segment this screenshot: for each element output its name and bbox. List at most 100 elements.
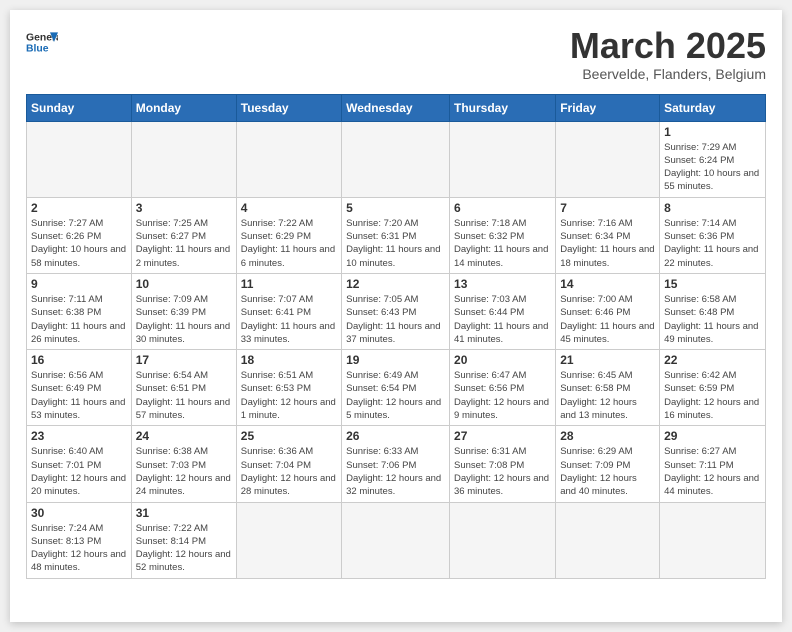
day-header-friday: Friday [556,94,660,121]
subtitle: Beervelde, Flanders, Belgium [570,66,766,82]
day-number: 13 [454,277,551,291]
day-number: 16 [31,353,127,367]
calendar-cell [27,121,132,197]
calendar-cell: 26 Sunrise: 6:33 AM Sunset: 7:06 PM Dayli… [342,426,450,502]
day-info: Sunrise: 7:27 AM Sunset: 6:26 PM Dayligh… [31,217,127,270]
day-number: 5 [346,201,445,215]
day-number: 11 [241,277,337,291]
calendar-cell: 6 Sunrise: 7:18 AM Sunset: 6:32 PM Daylig… [450,197,556,273]
calendar-cell: 29Sunrise: 6:27 AM Sunset: 7:11 PM Dayli… [660,426,766,502]
day-number: 31 [136,506,232,520]
day-header-sunday: Sunday [27,94,132,121]
week-row-2: 2Sunrise: 7:27 AM Sunset: 6:26 PM Daylig… [27,197,766,273]
calendar-cell: 13 Sunrise: 7:03 AM Sunset: 6:44 PM Dayli… [450,273,556,349]
day-info: Sunrise: 6:29 AM Sunset: 7:09 PM Dayligh… [560,445,655,498]
calendar-cell [450,502,556,578]
day-number: 20 [454,353,551,367]
calendar-cell: 23Sunrise: 6:40 AM Sunset: 7:01 PM Dayli… [27,426,132,502]
calendar-cell: 27 Sunrise: 6:31 AM Sunset: 7:08 PM Dayli… [450,426,556,502]
calendar-cell: 28 Sunrise: 6:29 AM Sunset: 7:09 PM Dayli… [556,426,660,502]
day-info: Sunrise: 7:20 AM Sunset: 6:31 PM Dayligh… [346,217,445,270]
calendar-cell [236,502,341,578]
calendar-cell: 21 Sunrise: 6:45 AM Sunset: 6:58 PM Dayli… [556,350,660,426]
day-info: Sunrise: 7:05 AM Sunset: 6:43 PM Dayligh… [346,293,445,346]
calendar-cell: 10Sunrise: 7:09 AM Sunset: 6:39 PM Dayli… [131,273,236,349]
week-row-4: 16Sunrise: 6:56 AM Sunset: 6:49 PM Dayli… [27,350,766,426]
calendar-cell: 4 Sunrise: 7:22 AM Sunset: 6:29 PM Daylig… [236,197,341,273]
calendar-cell: 3Sunrise: 7:25 AM Sunset: 6:27 PM Daylig… [131,197,236,273]
calendar-cell: 20 Sunrise: 6:47 AM Sunset: 6:56 PM Dayli… [450,350,556,426]
day-number: 21 [560,353,655,367]
calendar-cell: 25 Sunrise: 6:36 AM Sunset: 7:04 PM Dayli… [236,426,341,502]
day-info: Sunrise: 6:31 AM Sunset: 7:08 PM Dayligh… [454,445,551,498]
week-row-5: 23Sunrise: 6:40 AM Sunset: 7:01 PM Dayli… [27,426,766,502]
day-number: 7 [560,201,655,215]
day-info: Sunrise: 7:24 AM Sunset: 8:13 PM Dayligh… [31,522,127,575]
day-info: Sunrise: 7:22 AM Sunset: 6:29 PM Dayligh… [241,217,337,270]
day-info: Sunrise: 7:07 AM Sunset: 6:41 PM Dayligh… [241,293,337,346]
calendar-cell [236,121,341,197]
logo: General Blue [26,26,58,58]
day-info: Sunrise: 6:38 AM Sunset: 7:03 PM Dayligh… [136,445,232,498]
day-number: 19 [346,353,445,367]
day-number: 26 [346,429,445,443]
day-number: 25 [241,429,337,443]
calendar-cell [660,502,766,578]
day-number: 10 [136,277,232,291]
day-info: Sunrise: 7:11 AM Sunset: 6:38 PM Dayligh… [31,293,127,346]
day-header-thursday: Thursday [450,94,556,121]
day-number: 24 [136,429,232,443]
calendar-cell [450,121,556,197]
calendar-cell: 15 Sunrise: 6:58 AM Sunset: 6:48 PM Dayli… [660,273,766,349]
day-number: 29 [664,429,761,443]
day-number: 3 [136,201,232,215]
calendar-cell [342,121,450,197]
day-number: 27 [454,429,551,443]
day-info: Sunrise: 6:58 AM Sunset: 6:48 PM Dayligh… [664,293,761,346]
calendar-cell: 1Sunrise: 7:29 AM Sunset: 6:24 PM Daylig… [660,121,766,197]
week-row-6: 30 Sunrise: 7:24 AM Sunset: 8:13 PM Dayli… [27,502,766,578]
calendar-cell: 8Sunrise: 7:14 AM Sunset: 6:36 PM Daylig… [660,197,766,273]
calendar-cell: 17Sunrise: 6:54 AM Sunset: 6:51 PM Dayli… [131,350,236,426]
day-number: 4 [241,201,337,215]
calendar-cell [556,121,660,197]
day-number: 1 [664,125,761,139]
day-info: Sunrise: 6:45 AM Sunset: 6:58 PM Dayligh… [560,369,655,422]
day-header-saturday: Saturday [660,94,766,121]
month-title: March 2025 [570,26,766,66]
day-info: Sunrise: 6:36 AM Sunset: 7:04 PM Dayligh… [241,445,337,498]
calendar-cell: 2Sunrise: 7:27 AM Sunset: 6:26 PM Daylig… [27,197,132,273]
day-number: 22 [664,353,761,367]
calendar-cell: 30 Sunrise: 7:24 AM Sunset: 8:13 PM Dayli… [27,502,132,578]
day-number: 28 [560,429,655,443]
day-info: Sunrise: 7:18 AM Sunset: 6:32 PM Dayligh… [454,217,551,270]
day-info: Sunrise: 7:22 AM Sunset: 8:14 PM Dayligh… [136,522,232,575]
calendar-cell: 22Sunrise: 6:42 AM Sunset: 6:59 PM Dayli… [660,350,766,426]
week-row-1: 1Sunrise: 7:29 AM Sunset: 6:24 PM Daylig… [27,121,766,197]
calendar-cell: 16Sunrise: 6:56 AM Sunset: 6:49 PM Dayli… [27,350,132,426]
day-number: 6 [454,201,551,215]
day-info: Sunrise: 6:40 AM Sunset: 7:01 PM Dayligh… [31,445,127,498]
day-info: Sunrise: 6:33 AM Sunset: 7:06 PM Dayligh… [346,445,445,498]
day-number: 17 [136,353,232,367]
calendar-cell: 11 Sunrise: 7:07 AM Sunset: 6:41 PM Dayli… [236,273,341,349]
calendar-cell: 7Sunrise: 7:16 AM Sunset: 6:34 PM Daylig… [556,197,660,273]
calendar-cell: 19Sunrise: 6:49 AM Sunset: 6:54 PM Dayli… [342,350,450,426]
day-info: Sunrise: 7:00 AM Sunset: 6:46 PM Dayligh… [560,293,655,346]
calendar-container: General Blue March 2025 Beervelde, Fland… [10,10,782,622]
day-header-wednesday: Wednesday [342,94,450,121]
day-info: Sunrise: 6:47 AM Sunset: 6:56 PM Dayligh… [454,369,551,422]
day-number: 14 [560,277,655,291]
calendar-cell [342,502,450,578]
svg-text:Blue: Blue [26,44,49,55]
calendar-cell: 5 Sunrise: 7:20 AM Sunset: 6:31 PM Daylig… [342,197,450,273]
calendar-table: SundayMondayTuesdayWednesdayThursdayFrid… [26,94,766,579]
calendar-cell: 14 Sunrise: 7:00 AM Sunset: 6:46 PM Dayli… [556,273,660,349]
day-info: Sunrise: 7:03 AM Sunset: 6:44 PM Dayligh… [454,293,551,346]
day-info: Sunrise: 6:51 AM Sunset: 6:53 PM Dayligh… [241,369,337,422]
day-number: 18 [241,353,337,367]
day-number: 8 [664,201,761,215]
day-number: 15 [664,277,761,291]
calendar-cell [131,121,236,197]
day-number: 30 [31,506,127,520]
